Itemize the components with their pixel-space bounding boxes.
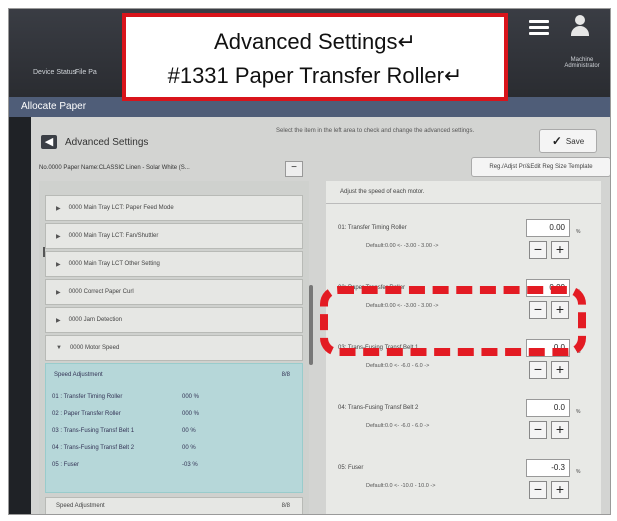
setting-default: Default:0.0 <- -10.0 - 10.0 -> [366, 483, 436, 489]
menu-icon[interactable] [529, 17, 549, 37]
collapse-button[interactable]: − [285, 161, 303, 177]
plus-icon[interactable]: + [551, 361, 569, 379]
instruction-text: Select the item in the left area to chec… [276, 128, 475, 134]
list-item[interactable]: Speed Adjustment 8/8 [45, 497, 303, 514]
minus-icon[interactable]: − [529, 361, 547, 379]
list-item[interactable]: ▶ 0000 Main Tray LCT: Paper Feed Mode [45, 195, 303, 221]
chevron-right-icon: ▶ [56, 289, 61, 296]
save-button[interactable]: ✓ Save [539, 129, 597, 153]
setting-default: Default:0.0 <- -6.0 - 6.0 -> [366, 363, 430, 369]
plus-icon[interactable]: + [551, 421, 569, 439]
setting-default: Default:0.0 <- -6.0 - 6.0 -> [366, 423, 430, 429]
setting-row: 01: Transfer Timing Roller Default:0.00 … [326, 219, 601, 279]
page-title: Allocate Paper [21, 101, 87, 112]
setting-name: 01: Transfer Timing Roller [338, 225, 407, 231]
speed-adjustment-group: Speed Adjustment 8/8 01 : Transfer Timin… [45, 363, 303, 493]
minus-icon[interactable]: − [529, 241, 547, 259]
callout-title: Advanced Settings↵ [214, 29, 416, 54]
callout-subtitle: #1331 Paper Transfer Roller↵ [167, 63, 463, 88]
list-scrollbar[interactable] [309, 285, 313, 365]
list-item[interactable]: ▶ 0000 Jam Detection [45, 307, 303, 333]
highlight-box [320, 286, 586, 356]
chevron-right-icon: ▶ [56, 261, 61, 268]
check-icon: ✓ [551, 134, 562, 148]
setting-value-field[interactable]: -0.3 [526, 459, 570, 477]
paper-name: No.0000 Paper Name:CLASSIC Linen - Solar… [39, 165, 190, 171]
table-row[interactable]: 04 : Trans-Fusing Transf Belt 2 00 % [52, 445, 292, 451]
plus-icon[interactable]: + [551, 481, 569, 499]
group-header: Speed Adjustment [54, 372, 103, 378]
tab-file[interactable]: File Pa [75, 69, 97, 76]
divider [326, 203, 601, 204]
setting-value-field[interactable]: 0.0 [526, 399, 570, 417]
setting-unit: % [576, 409, 581, 415]
group-count: 8/8 [281, 372, 290, 378]
list-item[interactable]: ▶ 0000 Main Tray LCT: Fan/Shuttler [45, 223, 303, 249]
settings-list: ▶ 0000 Main Tray LCT: Paper Feed Mode ▶ 00… [39, 181, 313, 514]
save-label: Save [565, 136, 585, 146]
setting-unit: % [576, 229, 581, 235]
back-arrow-icon[interactable]: ◀ [41, 135, 57, 149]
panel-heading: Adjust the speed of each motor. [340, 189, 425, 195]
setting-value-field[interactable]: 0.00 [526, 219, 570, 237]
setting-name: 04: Trans-Fusing Transf Belt 2 [338, 405, 419, 411]
tab-device-status[interactable]: Device Status [33, 69, 76, 76]
list-item-expanded[interactable]: ▼ 0000 Motor Speed [45, 335, 303, 361]
setting-default: Default:0.00 <- -3.00 - 3.00 -> [366, 243, 439, 249]
user-label: Machine Administrator [564, 57, 600, 69]
register-template-button[interactable]: Reg./Adjst Pr/&Edit Reg Size Template [471, 157, 610, 177]
chevron-right-icon: ▶ [56, 317, 61, 324]
screen-title: Advanced Settings [65, 137, 149, 148]
list-item[interactable]: ▶ 0000 Correct Paper Curl [45, 279, 303, 305]
chevron-right-icon: ▶ [56, 205, 61, 212]
callout-box: Advanced Settings↵ #1331 Paper Transfer … [122, 13, 508, 101]
setting-row: 05: Fuser Default:0.0 <- -10.0 - 10.0 ->… [326, 459, 601, 514]
table-row[interactable]: 01 : Transfer Timing Roller 000 % [52, 394, 292, 400]
chevron-down-icon: ▼ [56, 345, 62, 351]
plus-icon[interactable]: + [551, 241, 569, 259]
setting-unit: % [576, 469, 581, 475]
minus-icon[interactable]: − [529, 421, 547, 439]
chevron-right-icon: ▶ [56, 233, 61, 240]
minus-icon[interactable]: − [529, 481, 547, 499]
setting-name: 05: Fuser [338, 465, 364, 471]
table-row[interactable]: 03 : Trans-Fusing Transf Belt 1 00 % [52, 428, 292, 434]
user-icon[interactable] [567, 15, 593, 39]
list-item[interactable]: ▶ 0000 Main Tray LCT Other Setting [45, 251, 303, 277]
setting-row: 04: Trans-Fusing Transf Belt 2 Default:0… [326, 399, 601, 459]
table-row[interactable]: 02 : Paper Transfer Roller 000 % [52, 411, 292, 417]
table-row[interactable]: 05 : Fuser -03 % [52, 462, 292, 468]
